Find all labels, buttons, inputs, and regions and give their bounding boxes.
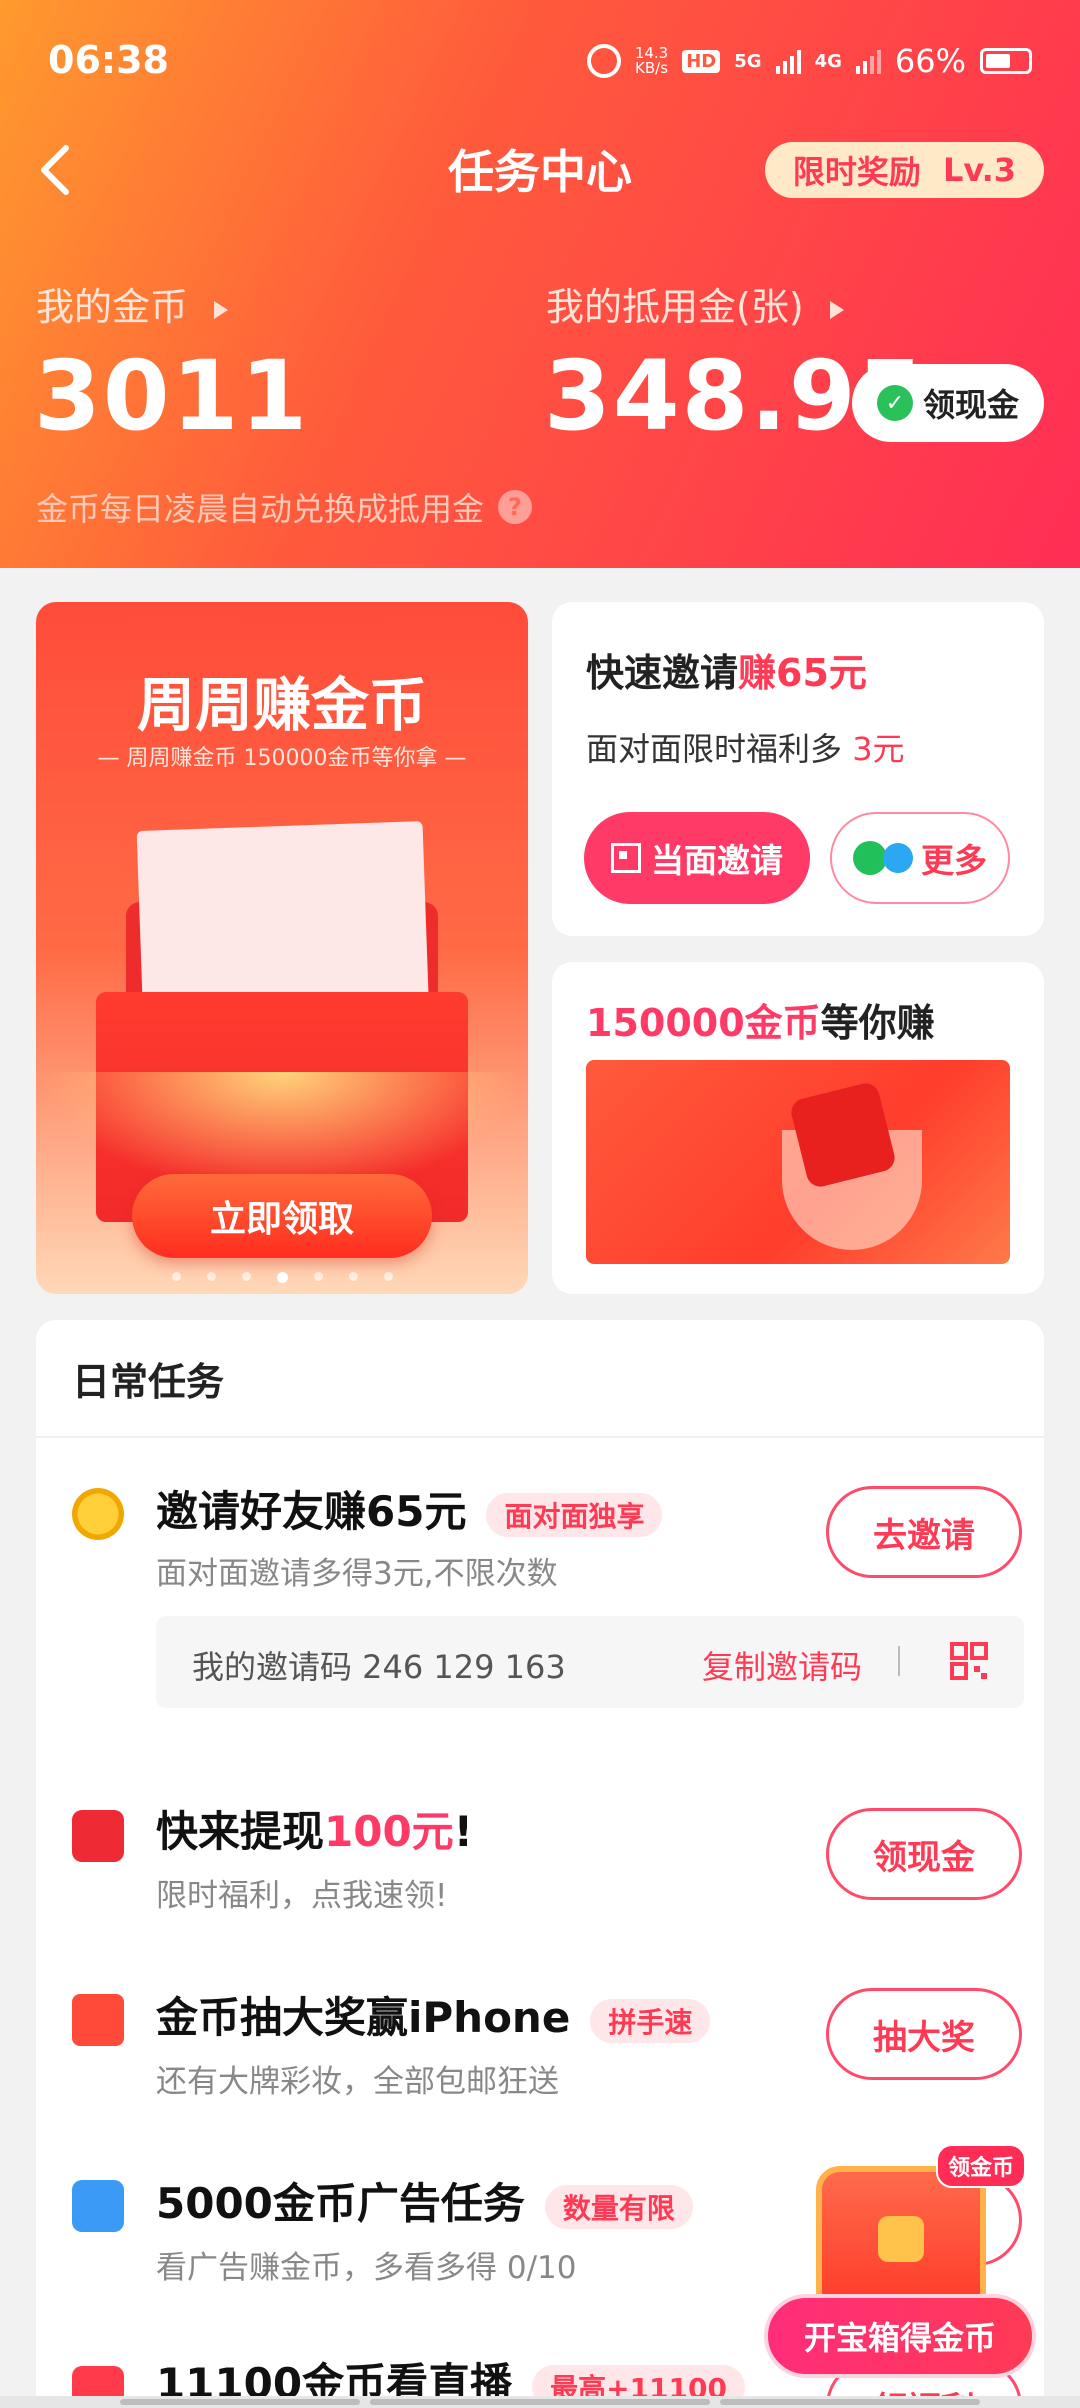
task-desc: 限时福利，点我速领!	[156, 1878, 448, 1914]
tv-icon	[72, 2180, 124, 2232]
task-title: 快来提现100元!	[156, 1807, 473, 1856]
banner-title: 周周赚金币	[136, 671, 427, 739]
red-envelope-icon	[72, 1810, 124, 1862]
status-bar: 06:38 14.3 KB/s HD 5G 4G 66%	[48, 38, 1032, 88]
battery-icon	[980, 48, 1032, 74]
chest-lock	[878, 2216, 924, 2262]
signal-icon	[775, 48, 801, 74]
signal-5g-label: 5G	[734, 50, 762, 72]
daily-tasks-title: 日常任务	[36, 1320, 1044, 1438]
task-title: 5000金币广告任务 数量有限	[156, 2170, 693, 2231]
get-cash-task-button[interactable]: 领现金	[826, 1808, 1022, 1900]
wechat-icon	[853, 841, 887, 875]
invite-card-title: 快速邀请赚65元	[586, 651, 867, 695]
hd-icon: HD	[682, 49, 721, 73]
task-tag: 拼手速	[590, 1998, 711, 2043]
coins-value: 3011	[34, 340, 310, 452]
gesture-bar	[0, 2396, 1080, 2408]
chest-tip: 领金币	[935, 2144, 1026, 2188]
coin-icon	[72, 1488, 124, 1540]
banner-subtitle: — 周周赚金币 150000金币等你拿 —	[97, 746, 467, 771]
qr-code-icon	[611, 843, 641, 873]
carousel-dots	[36, 1272, 528, 1283]
go-invite-button[interactable]: 去邀请	[826, 1486, 1022, 1578]
quick-invite-card[interactable]: 快速邀请赚65元 面对面限时福利多 3元 当面邀请 更多	[552, 602, 1044, 936]
task-lottery: 金币抽大奖赢iPhone 拼手速 还有大牌彩妆，全部包邮狂送 抽大奖	[36, 1954, 1044, 2140]
coins-label[interactable]: 我的金币	[36, 276, 229, 331]
arrow-right-icon	[829, 300, 844, 319]
face-to-face-invite-button[interactable]: 当面邀请	[584, 812, 810, 904]
promo-title: 150000金币等你赚	[586, 1001, 935, 1045]
coins-promo-card[interactable]: 150000金币等你赚	[552, 962, 1044, 1294]
claim-now-button[interactable]: 立即领取	[132, 1174, 432, 1258]
vouchers-label[interactable]: 我的抵用金(张)	[546, 276, 844, 331]
alarm-icon	[586, 44, 621, 78]
lottery-button[interactable]: 抽大奖	[826, 1988, 1022, 2080]
net-speed: 14.3 KB/s	[634, 44, 669, 77]
task-tag: 面对面独享	[486, 1492, 663, 1537]
exchange-note: 金币每日凌晨自动兑换成抵用金 ?	[36, 484, 533, 530]
gift-icon	[72, 1994, 124, 2046]
signal-4g-label: 4G	[814, 50, 842, 72]
level-badge[interactable]: 限时奖励 Lv.3	[764, 142, 1044, 198]
task-withdraw: 快来提现100元! 限时福利，点我速领! 领现金	[36, 1768, 1044, 1954]
task-desc: 看广告赚金币，多看多得 0/10	[156, 2250, 577, 2286]
copy-invite-code-button[interactable]: 复制邀请码	[702, 1642, 862, 1688]
signal-icon	[855, 48, 881, 74]
task-title: 金币抽大奖赢iPhone 拼手速	[156, 1984, 711, 2045]
task-desc: 还有大牌彩妆，全部包邮狂送	[156, 2064, 559, 2100]
more-share-button[interactable]: 更多	[830, 812, 1010, 904]
invite-code-label: 我的邀请码 246 129 163	[192, 1648, 566, 1686]
task-desc: 面对面邀请多得3元,不限次数	[156, 1556, 558, 1592]
divider	[898, 1646, 900, 1676]
help-icon[interactable]: ?	[498, 490, 533, 524]
open-chest-button[interactable]: 开宝箱得金币	[764, 2294, 1036, 2378]
treasure-chest-widget[interactable]: 领金币 开宝箱得金币	[756, 2136, 1046, 2408]
invite-code-box: 我的邀请码 246 129 163 复制邀请码	[156, 1616, 1024, 1708]
check-icon: ✓	[876, 385, 913, 421]
task-title: 邀请好友赚65元 面对面独享	[156, 1478, 663, 1539]
qr-code-icon[interactable]	[950, 1642, 988, 1680]
badge-level: Lv.3	[942, 151, 1016, 189]
qq-icon	[883, 843, 913, 873]
invite-card-subtitle: 面对面限时福利多 3元	[586, 730, 905, 768]
badge-text: 限时奖励	[792, 153, 921, 191]
task-invite-friends: 邀请好友赚65元 面对面独享 面对面邀请多得3元,不限次数 去邀请 我的邀请码 2…	[36, 1438, 1044, 1768]
task-tag: 数量有限	[544, 2184, 693, 2229]
promo-image	[586, 1060, 1010, 1264]
status-time: 06:38	[48, 38, 169, 82]
battery-percent: 66%	[894, 42, 966, 80]
get-cash-button[interactable]: ✓ 领现金	[852, 364, 1044, 442]
weekly-coins-banner[interactable]: 周周赚金币 — 周周赚金币 150000金币等你拿 — 立即领取	[36, 602, 528, 1294]
arrow-right-icon	[214, 300, 229, 319]
